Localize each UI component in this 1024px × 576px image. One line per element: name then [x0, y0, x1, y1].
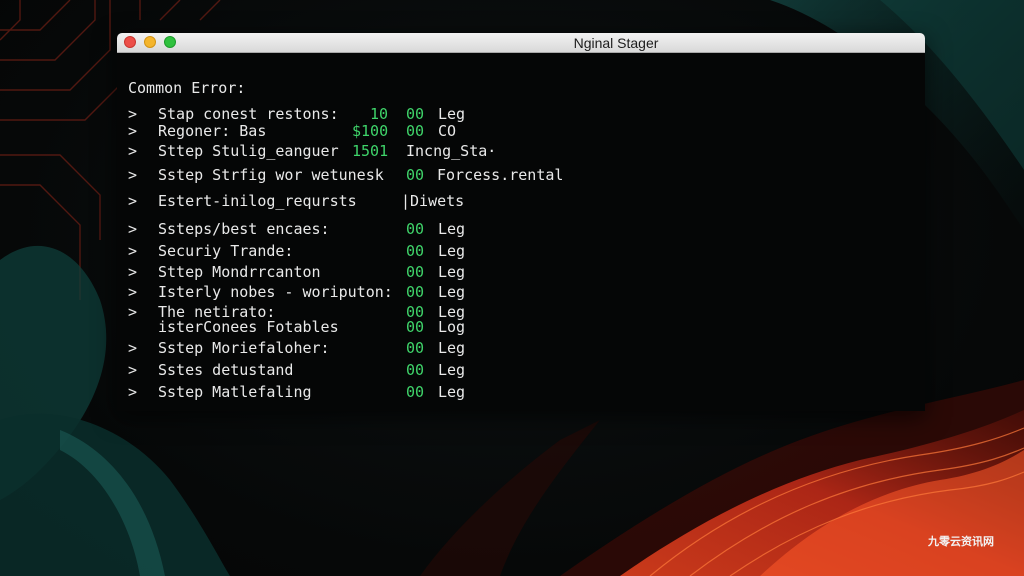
line-tail: |Diwets — [401, 192, 465, 210]
desktop: Nginal Stager Common Error: > Stap cones… — [0, 0, 1024, 576]
line-tail: Leg — [438, 242, 466, 260]
line-label: Ssteps/best encaes: — [158, 220, 330, 238]
prompt-glyph: > — [128, 242, 138, 260]
status-code: 00 — [406, 263, 425, 281]
line-label: Isterly nobes - woriputon: — [158, 283, 393, 301]
terminal-line: > Stap conest restons: 10 00 Leg — [117, 105, 925, 123]
line-tail: Leg — [438, 339, 466, 357]
terminal-line: > Regoner: Bas $100 00 CO — [117, 122, 925, 140]
line-label: Estert-inilog_reqursts — [158, 192, 357, 210]
terminal-line: > Ssteps/best encaes: 00 Leg — [117, 220, 925, 238]
status-code: 00 — [406, 318, 425, 336]
prompt-glyph: > — [128, 105, 138, 123]
status-code: 00 — [406, 339, 425, 357]
line-label: Sstes detustand — [158, 361, 294, 379]
title-bar[interactable]: Nginal Stager — [117, 33, 925, 53]
prompt-glyph: > — [128, 263, 138, 281]
terminal-line: > Isterly nobes - woriputon: 00 Leg — [117, 283, 925, 301]
line-tail: Leg — [438, 105, 466, 123]
prompt-glyph: > — [128, 383, 138, 401]
line-label: Sstep Moriefaloher: — [158, 339, 330, 357]
line-tail: Incng_Sta· — [406, 142, 497, 160]
terminal-line: > Estert-inilog_reqursts |Diwets — [117, 192, 925, 210]
prompt-glyph: > — [128, 192, 138, 210]
window-title: Nginal Stager — [573, 35, 659, 51]
status-code: 00 — [406, 166, 425, 184]
line-tail: CO — [438, 122, 457, 140]
terminal-line: > Sstep Moriefaloher: 00 Leg — [117, 339, 925, 357]
status-code: 00 — [406, 122, 425, 140]
prompt-glyph: > — [128, 283, 138, 301]
line-label: Regoner: Bas — [158, 122, 267, 140]
terminal-heading: Common Error: — [128, 79, 246, 97]
line-label: Sttep Mondrrcanton — [158, 263, 321, 281]
line-tail: Leg — [438, 283, 466, 301]
status-code: 00 — [406, 361, 425, 379]
line-value: $100 — [352, 122, 389, 140]
line-value: 1501 — [352, 142, 389, 160]
line-label: Sttep Stulig_eanguer — [158, 142, 339, 160]
status-code: 00 — [406, 383, 425, 401]
prompt-glyph: > — [128, 142, 138, 160]
watermark-text: 九零云资讯网 — [928, 535, 994, 548]
terminal-line: > Sstep Matlefaling 00 Leg — [117, 383, 925, 401]
line-tail: Log — [438, 318, 466, 336]
line-tail: Leg — [438, 263, 466, 281]
line-label: Securiy Trande: — [158, 242, 294, 260]
line-tail: Leg — [438, 220, 466, 238]
prompt-glyph: > — [128, 339, 138, 357]
status-code: 00 — [406, 105, 425, 123]
prompt-glyph: > — [128, 361, 138, 379]
prompt-glyph: > — [128, 166, 138, 184]
terminal-line: > Securiy Trande: 00 Leg — [117, 242, 925, 260]
line-tail: Leg — [438, 361, 466, 379]
prompt-glyph: > — [128, 122, 138, 140]
line-tail: Leg — [438, 383, 466, 401]
terminal-line: > Sttep Stulig_eanguer 1501 Incng_Sta· — [117, 142, 925, 160]
terminal-line: isterConees Fotables 00 Log — [117, 318, 925, 336]
terminal-line: > Sttep Mondrrcanton 00 Leg — [117, 263, 925, 281]
line-label: Stap conest restons: — [158, 105, 339, 123]
terminal-line: > Sstes detustand 00 Leg — [117, 361, 925, 379]
status-code: 00 — [406, 220, 425, 238]
line-label: Sstep Matlefaling — [158, 383, 312, 401]
terminal-line: > Sstep Strfig wor wetunesk 00 Forcess.r… — [117, 166, 925, 184]
prompt-glyph: > — [128, 220, 138, 238]
line-label: isterConees Fotables — [158, 318, 339, 336]
terminal-window[interactable]: Nginal Stager Common Error: > Stap cones… — [117, 33, 925, 411]
line-label: Sstep Strfig wor wetunesk — [158, 166, 384, 184]
line-tail: Forcess.rental — [437, 166, 564, 184]
line-value: 10 — [370, 105, 389, 123]
status-code: 00 — [406, 242, 425, 260]
status-code: 00 — [406, 283, 425, 301]
